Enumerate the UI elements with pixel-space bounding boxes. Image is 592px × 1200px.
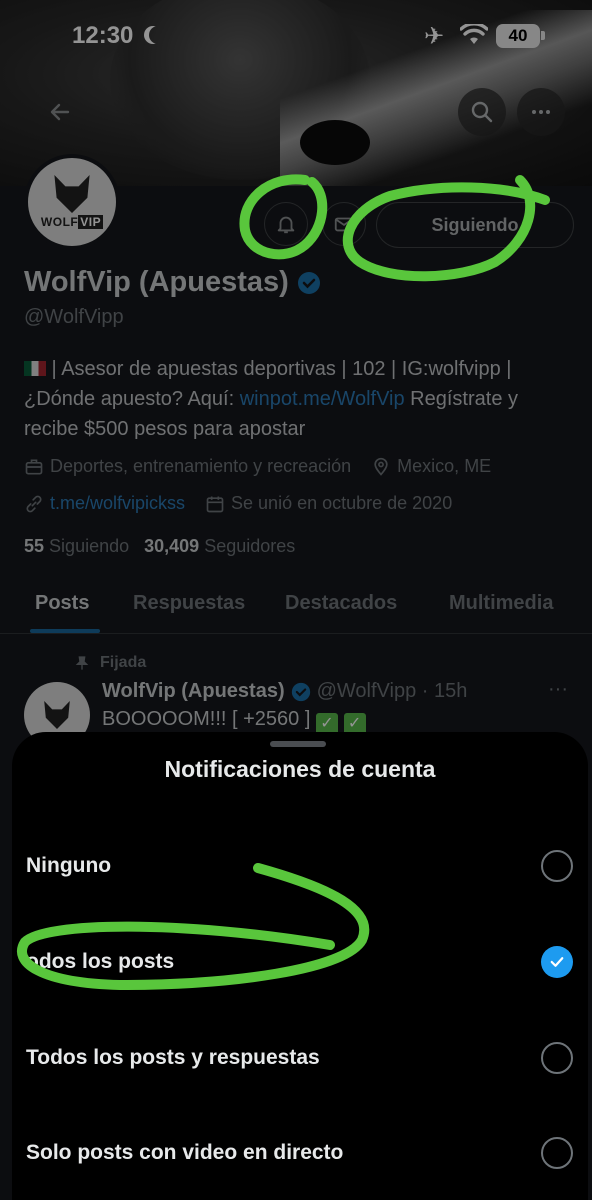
- option-label: odos los posts: [26, 950, 175, 973]
- notifications-sheet: Notificaciones de cuenta Ninguno odos lo…: [12, 732, 588, 1200]
- sheet-title: Notificaciones de cuenta: [164, 756, 436, 782]
- radio-checked[interactable]: [541, 946, 573, 978]
- option-label: Ninguno: [26, 854, 112, 877]
- option-all-posts[interactable]: odos los posts: [12, 922, 588, 1002]
- radio-unchecked[interactable]: [541, 1137, 573, 1169]
- option-label: Todos los posts y respuestas: [26, 1046, 320, 1069]
- option-live-video-only[interactable]: Solo posts con video en directo: [12, 1113, 588, 1193]
- radio-unchecked[interactable]: [541, 1042, 573, 1074]
- option-label: Solo posts con video en directo: [26, 1141, 344, 1164]
- checkmark-icon: [550, 957, 564, 967]
- radio-unchecked[interactable]: [541, 850, 573, 882]
- option-posts-and-replies[interactable]: Todos los posts y respuestas: [12, 1018, 588, 1098]
- sheet-drag-handle[interactable]: [270, 741, 326, 747]
- option-none[interactable]: Ninguno: [12, 826, 588, 906]
